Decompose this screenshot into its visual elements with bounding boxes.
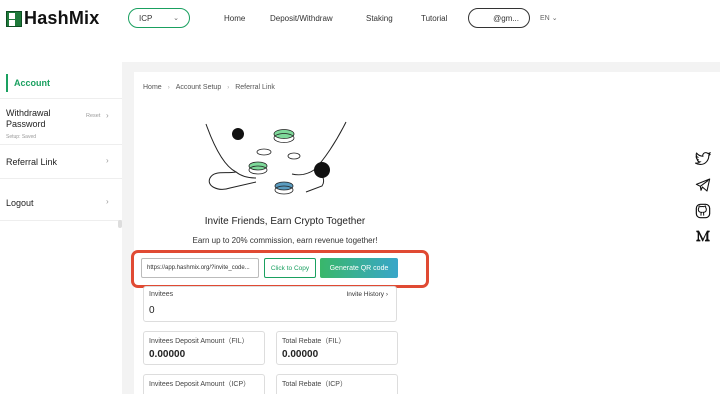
account-button[interactable]: @gm... bbox=[468, 8, 530, 28]
invite-history-link[interactable]: Invite History › bbox=[346, 291, 388, 298]
sidebar-item-referral-link[interactable]: Referral Link bbox=[6, 157, 57, 167]
chevron-right-icon: › bbox=[106, 156, 109, 165]
fil-deposit-label: Invitees Deposit Amount（FIL） bbox=[149, 338, 249, 345]
network-select[interactable]: ICP ⌄ bbox=[128, 8, 190, 28]
language-select[interactable]: EN ⌄ bbox=[540, 14, 558, 22]
divider bbox=[0, 98, 122, 99]
sidebar: Account Withdrawal Password Setup: Saved… bbox=[0, 62, 122, 394]
reset-link[interactable]: Reset bbox=[86, 113, 100, 119]
chevron-right-icon: › bbox=[227, 84, 230, 91]
nav-home[interactable]: Home bbox=[224, 14, 245, 23]
chevron-right-icon: › bbox=[106, 111, 109, 120]
invitees-card: Invitees Invite History › 0 bbox=[143, 286, 397, 322]
referral-link-field[interactable]: https://app.hashmix.org/?invite_code... bbox=[141, 258, 259, 278]
fil-rebate-label: Total Rebate（FIL） bbox=[282, 338, 346, 345]
breadcrumb-referral-link: Referral Link bbox=[235, 84, 275, 91]
fil-deposit-value: 0.00000 bbox=[149, 349, 186, 360]
main-panel: Home › Account Setup › Referral Link Inv… bbox=[131, 72, 720, 394]
fil-rebate-card: Total Rebate（FIL） 0.00000 bbox=[276, 331, 398, 365]
fil-deposit-card: Invitees Deposit Amount（FIL） 0.00000 bbox=[143, 331, 265, 365]
chevron-down-icon: ⌄ bbox=[551, 15, 558, 22]
sidebar-item-account[interactable]: Account bbox=[6, 74, 50, 92]
icp-rebate-label: Total Rebate（ICP） bbox=[282, 381, 347, 388]
github-icon[interactable] bbox=[694, 202, 712, 220]
sidebar-collapse-handle[interactable] bbox=[118, 220, 122, 228]
breadcrumb-account-setup[interactable]: Account Setup bbox=[176, 84, 222, 91]
divider bbox=[0, 178, 122, 179]
generate-qr-button[interactable]: Generate QR code bbox=[320, 258, 398, 278]
icp-deposit-card: Invitees Deposit Amount（ICP） bbox=[143, 374, 265, 394]
network-value: ICP bbox=[139, 13, 153, 23]
icp-deposit-label: Invitees Deposit Amount（ICP） bbox=[149, 381, 251, 388]
medium-icon[interactable] bbox=[694, 227, 712, 245]
chevron-right-icon: › bbox=[106, 197, 109, 206]
divider bbox=[0, 144, 122, 145]
breadcrumb: Home › Account Setup › Referral Link bbox=[143, 84, 275, 91]
withdrawal-password-status: Setup: Saved bbox=[6, 134, 37, 140]
invite-subtitle: Earn up to 20% commission, earn revenue … bbox=[192, 236, 378, 245]
chevron-right-icon: › bbox=[167, 84, 170, 91]
logo-text: HashMix bbox=[24, 8, 100, 28]
chevron-down-icon: ⌄ bbox=[173, 15, 179, 22]
language-value: EN bbox=[540, 15, 550, 22]
account-label: @gm... bbox=[493, 13, 519, 23]
telegram-icon[interactable] bbox=[694, 176, 712, 194]
sidebar-item-withdrawal-password[interactable]: Withdrawal Password bbox=[6, 108, 66, 130]
nav-staking[interactable]: Staking bbox=[366, 14, 393, 23]
sidebar-item-logout[interactable]: Logout bbox=[6, 198, 34, 208]
logo-icon bbox=[6, 10, 22, 40]
invite-title: Invite Friends, Earn Crypto Together bbox=[204, 216, 366, 227]
top-header: HashMix ICP ⌄ Home Deposit/Withdraw Stak… bbox=[0, 0, 720, 62]
twitter-icon[interactable] bbox=[694, 150, 712, 168]
divider bbox=[0, 220, 122, 221]
nav-tutorial[interactable]: Tutorial bbox=[421, 14, 447, 23]
copy-link-button[interactable]: Click to Copy bbox=[264, 258, 316, 278]
invitees-label: Invitees bbox=[149, 291, 174, 298]
icp-rebate-card: Total Rebate（ICP） bbox=[276, 374, 398, 394]
invite-history-label: Invite History bbox=[346, 291, 385, 298]
logo[interactable]: HashMix bbox=[6, 8, 100, 40]
fil-rebate-value: 0.00000 bbox=[282, 349, 319, 360]
breadcrumb-home[interactable]: Home bbox=[143, 84, 162, 91]
invite-illustration bbox=[205, 121, 347, 195]
invitees-value: 0 bbox=[149, 305, 155, 316]
nav-deposit-withdraw[interactable]: Deposit/Withdraw bbox=[270, 14, 333, 23]
